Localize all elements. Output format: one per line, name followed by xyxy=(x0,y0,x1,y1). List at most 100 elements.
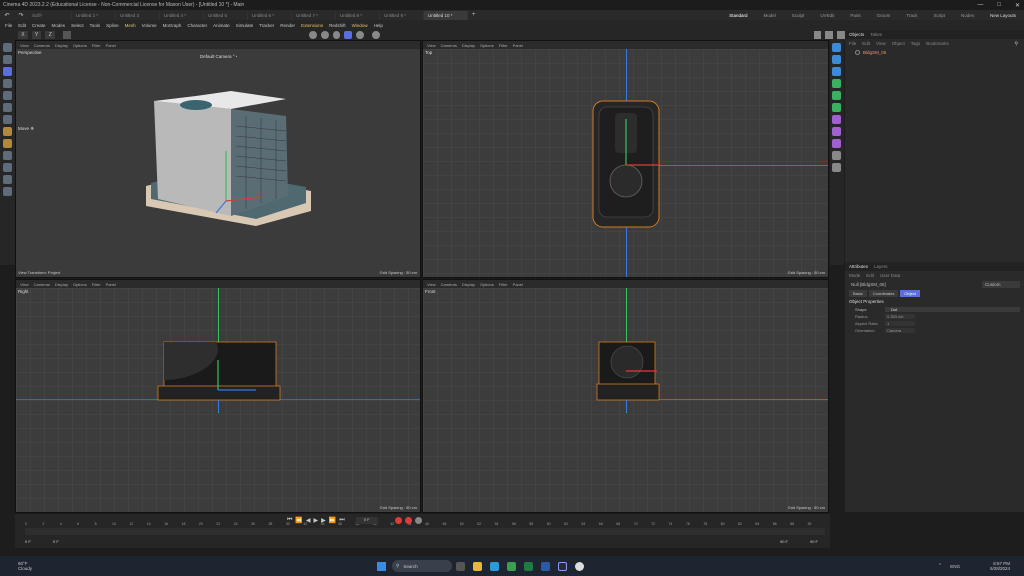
subdivision-icon[interactable] xyxy=(832,79,841,88)
objects-menu-object[interactable]: Object xyxy=(892,41,905,46)
uv-mode-icon[interactable] xyxy=(356,31,364,39)
subtab-basic[interactable]: Basic xyxy=(849,290,867,297)
search-box[interactable]: ⚲ Search xyxy=(392,560,453,572)
menu-volume[interactable]: Volume xyxy=(139,23,160,28)
current-frame-field[interactable]: 0 F xyxy=(355,517,378,524)
menu-help[interactable]: Help xyxy=(371,23,386,28)
edge-mode-icon[interactable] xyxy=(332,31,341,39)
autokey-icon[interactable] xyxy=(404,517,412,524)
layout-nodes[interactable]: Nodes xyxy=(953,13,982,18)
search-icon[interactable]: ⚲ xyxy=(1014,41,1018,47)
paint-icon[interactable] xyxy=(3,139,12,148)
move-icon[interactable] xyxy=(3,67,12,76)
vp-menu-panel[interactable]: Panel xyxy=(513,43,528,48)
vp-menu-filter[interactable]: Filter xyxy=(92,282,106,287)
building-model-top[interactable] xyxy=(591,99,661,229)
tab-untitled-5[interactable]: Untitled 5 xyxy=(204,10,248,20)
prev-frame-icon[interactable]: ◀ xyxy=(306,517,311,524)
vp-menu-display[interactable]: Display xyxy=(55,282,73,287)
light-icon[interactable] xyxy=(832,139,841,148)
transform-icon[interactable] xyxy=(3,103,12,112)
magnet-icon[interactable] xyxy=(3,163,12,172)
viewport-perspective[interactable]: View Cameras Display Options Filter Pane… xyxy=(15,40,421,278)
start-icon[interactable] xyxy=(377,561,387,571)
building-model-right[interactable] xyxy=(156,340,281,402)
vp-menu-panel[interactable]: Panel xyxy=(513,282,528,287)
point-mode-icon[interactable] xyxy=(320,31,329,39)
play-icon[interactable]: ▶ xyxy=(314,517,319,524)
menu-file[interactable]: File xyxy=(2,23,15,28)
weather-widget[interactable]: 60°F Cloudy xyxy=(0,561,32,571)
undo-icon[interactable]: ↶ xyxy=(0,12,14,19)
tab-untitled-2[interactable]: Untitled 2 * xyxy=(72,10,116,20)
viewport-front[interactable]: View Cameras Display Options Filter Pane… xyxy=(422,279,829,513)
layout-script[interactable]: Script xyxy=(925,13,953,18)
layout-track[interactable]: Track xyxy=(898,13,925,18)
edge-icon[interactable] xyxy=(490,561,500,571)
deformer-icon[interactable] xyxy=(832,103,841,112)
chrome-icon[interactable] xyxy=(507,561,517,571)
next-frame-icon[interactable]: ▶ xyxy=(321,517,326,524)
building-model-perspective[interactable] xyxy=(136,91,316,231)
vp-menu-cameras[interactable]: Cameras xyxy=(441,43,462,48)
go-to-start-icon[interactable]: ⏮ xyxy=(287,517,292,524)
menu-tools[interactable]: Tools xyxy=(87,23,104,28)
tab-untitled-10[interactable]: Untitled 10 * xyxy=(424,10,468,20)
menu-extensions[interactable]: Extensions xyxy=(298,23,326,28)
pen-icon[interactable] xyxy=(832,55,841,64)
layout-uvedit[interactable]: UVEdit xyxy=(812,13,842,18)
axis-x-button[interactable]: X xyxy=(18,31,28,39)
objects-menu-bookmarks[interactable]: Bookmarks xyxy=(926,41,949,46)
model-mode-icon[interactable] xyxy=(308,31,317,39)
live-select-icon[interactable] xyxy=(3,55,12,64)
brush-icon[interactable] xyxy=(3,127,12,136)
menu-create[interactable]: Create xyxy=(29,23,49,28)
attr-menu-mode[interactable]: Mode xyxy=(849,273,860,278)
menu-mograph[interactable]: MoGraph xyxy=(160,23,185,28)
objects-menu-file[interactable]: File xyxy=(849,41,856,46)
tab-takes[interactable]: Takes xyxy=(870,32,882,37)
vp-menu-filter[interactable]: Filter xyxy=(499,282,513,287)
axis-z-button[interactable]: Z xyxy=(45,31,56,39)
vp-menu-options[interactable]: Options xyxy=(73,43,92,48)
workplane-icon[interactable] xyxy=(3,187,12,196)
field-icon[interactable] xyxy=(832,115,841,124)
spline-pen-icon[interactable] xyxy=(3,175,12,184)
rotate-icon[interactable] xyxy=(3,79,12,88)
menu-tracker[interactable]: Tracker xyxy=(256,23,277,28)
vp-menu-options[interactable]: Options xyxy=(73,282,92,287)
menu-character[interactable]: Character xyxy=(184,23,210,28)
layout-groom[interactable]: Groom xyxy=(869,13,899,18)
attr-menu-edit[interactable]: Edit xyxy=(866,273,874,278)
objects-menu-edit[interactable]: Edit xyxy=(862,41,870,46)
menu-animate[interactable]: Animate xyxy=(210,23,233,28)
start-frame[interactable]: 0 F xyxy=(25,539,31,544)
render-settings-icon[interactable] xyxy=(825,31,834,39)
subtab-coordinates[interactable]: Coordinates xyxy=(868,290,899,297)
menu-modes[interactable]: Modes xyxy=(49,23,69,28)
vp-menu-panel[interactable]: Panel xyxy=(106,282,121,287)
menu-render[interactable]: Render xyxy=(277,23,298,28)
file-explorer-icon[interactable] xyxy=(473,561,483,571)
layout-sculpt[interactable]: Sculpt xyxy=(784,13,813,18)
unreal-icon[interactable] xyxy=(575,561,585,571)
floor-icon[interactable] xyxy=(832,151,841,160)
coordinate-system-icon[interactable] xyxy=(63,31,71,39)
menu-redshift[interactable]: Redshift xyxy=(326,23,349,28)
tag-icon[interactable] xyxy=(832,163,841,172)
end-frame-2[interactable]: 90 F xyxy=(810,539,818,544)
clock[interactable]: 6:57 PM 5/28/2024 xyxy=(990,561,1010,571)
cube-icon[interactable] xyxy=(832,43,841,52)
tab-layers[interactable]: Layers xyxy=(874,264,888,269)
vp-menu-options[interactable]: Options xyxy=(480,43,499,48)
redo-icon[interactable]: ↷ xyxy=(14,12,28,19)
add-tab-icon[interactable]: + xyxy=(468,12,480,18)
tab-untitled-6[interactable]: Untitled 6 * xyxy=(248,10,292,20)
vp-menu-filter[interactable]: Filter xyxy=(499,43,513,48)
text-icon[interactable] xyxy=(832,67,841,76)
objects-menu-tags[interactable]: Tags xyxy=(911,41,921,46)
snap-icon[interactable] xyxy=(371,31,380,39)
start-frame-2[interactable]: 0 F xyxy=(53,539,59,544)
attr-menu-user-data[interactable]: User Data xyxy=(880,273,900,278)
go-to-end-icon[interactable]: ⏭ xyxy=(339,517,344,524)
